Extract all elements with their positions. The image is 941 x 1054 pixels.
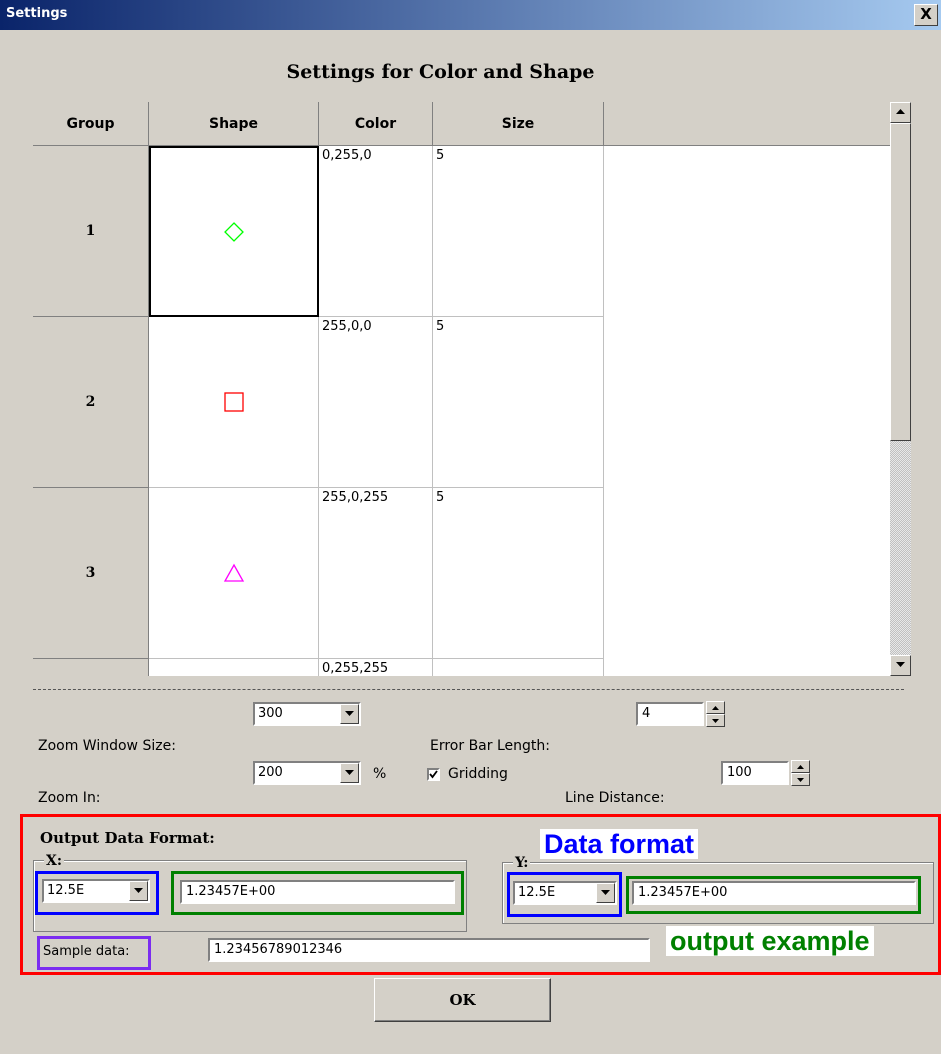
size-cell-1[interactable]: 5 bbox=[433, 146, 604, 317]
header-filler bbox=[604, 102, 890, 146]
dropdown-button[interactable] bbox=[596, 883, 615, 903]
zoom-window-size-select[interactable]: 300 bbox=[253, 702, 361, 726]
data-format-annotation: Data format bbox=[540, 829, 699, 859]
spin-down-button[interactable] bbox=[706, 714, 725, 727]
window-title: Settings bbox=[6, 6, 68, 21]
arrow-down-icon bbox=[797, 778, 804, 782]
settings-grid[interactable]: Group Shape Color Size 1 0,255,0 5 2 255… bbox=[33, 102, 890, 676]
gridding-label[interactable]: Gridding bbox=[448, 766, 508, 782]
dropdown-button[interactable] bbox=[129, 881, 148, 901]
row-header-3[interactable]: 3 bbox=[33, 488, 149, 659]
output-example-annotation: output example bbox=[666, 926, 874, 956]
error-bar-length-input[interactable]: 4 bbox=[636, 702, 704, 726]
scroll-up-button[interactable] bbox=[890, 102, 911, 123]
vertical-scrollbar[interactable] bbox=[890, 102, 911, 676]
row-header-2[interactable]: 2 bbox=[33, 317, 149, 488]
checkmark-icon bbox=[429, 770, 438, 779]
dropdown-button[interactable] bbox=[340, 763, 359, 783]
shape-cell-4[interactable] bbox=[149, 659, 319, 676]
x-example-field[interactable]: 1.23457E+00 bbox=[180, 880, 455, 904]
zoom-window-size-value: 300 bbox=[258, 706, 283, 721]
sample-data-field[interactable]: 1.23456789012346 bbox=[208, 938, 650, 962]
sample-data-label: Sample data: bbox=[43, 944, 130, 959]
header-size[interactable]: Size bbox=[433, 102, 604, 146]
header-group[interactable]: Group bbox=[33, 102, 149, 146]
color-cell-2[interactable]: 255,0,0 bbox=[319, 317, 433, 488]
zoom-window-size-label: Zoom Window Size: bbox=[38, 738, 176, 754]
x-format-value: 12.5E bbox=[47, 883, 85, 898]
color-cell-3[interactable]: 255,0,255 bbox=[319, 488, 433, 659]
spin-down-button[interactable] bbox=[791, 773, 810, 786]
scroll-down-button[interactable] bbox=[890, 655, 911, 676]
x-format-select[interactable]: 12.5E bbox=[42, 879, 150, 903]
shape-cell-1[interactable] bbox=[149, 146, 319, 317]
y-format-value: 12.5E bbox=[518, 885, 556, 900]
arrow-up-icon bbox=[797, 765, 804, 769]
title-bar: Settings X bbox=[0, 0, 941, 30]
diamond-icon bbox=[224, 221, 244, 242]
spin-up-button[interactable] bbox=[791, 760, 810, 773]
error-bar-length-spinner[interactable] bbox=[706, 701, 725, 727]
arrow-up-icon bbox=[712, 706, 719, 710]
color-cell-1[interactable]: 0,255,0 bbox=[319, 146, 433, 317]
chevron-down-icon bbox=[345, 711, 354, 716]
close-button[interactable]: X bbox=[914, 4, 938, 26]
chevron-down-icon bbox=[601, 890, 610, 895]
line-distance-spinner[interactable] bbox=[791, 760, 810, 786]
chevron-down-icon bbox=[345, 770, 354, 775]
y-format-select[interactable]: 12.5E bbox=[513, 881, 617, 905]
chevron-down-icon bbox=[134, 888, 143, 893]
zoom-in-value: 200 bbox=[258, 765, 283, 780]
arrow-down-icon bbox=[712, 719, 719, 723]
color-cell-4[interactable]: 0,255,255 bbox=[319, 659, 433, 676]
header-color[interactable]: Color bbox=[319, 102, 433, 146]
output-format-title: Output Data Format: bbox=[40, 829, 215, 847]
arrow-down-icon bbox=[896, 662, 905, 667]
scroll-thumb[interactable] bbox=[890, 123, 911, 441]
line-distance-input[interactable]: 100 bbox=[721, 761, 789, 785]
shape-cell-2[interactable] bbox=[149, 317, 319, 488]
arrow-up-icon bbox=[896, 109, 905, 114]
zoom-in-select[interactable]: 200 bbox=[253, 761, 361, 785]
row-header-1[interactable]: 1 bbox=[33, 146, 149, 317]
line-distance-label: Line Distance: bbox=[565, 790, 665, 806]
zoom-in-label: Zoom In: bbox=[38, 790, 101, 806]
separator bbox=[33, 689, 904, 690]
dropdown-button[interactable] bbox=[340, 704, 359, 724]
error-bar-length-label: Error Bar Length: bbox=[430, 738, 550, 754]
y-example-field[interactable]: 1.23457E+00 bbox=[632, 881, 916, 905]
zoom-in-unit: % bbox=[373, 766, 387, 782]
size-cell-3[interactable]: 5 bbox=[433, 488, 604, 659]
size-cell-4[interactable] bbox=[433, 659, 604, 676]
shape-cell-3[interactable] bbox=[149, 488, 319, 659]
triangle-icon bbox=[223, 563, 244, 582]
x-format-legend: X: bbox=[44, 853, 65, 869]
spin-up-button[interactable] bbox=[706, 701, 725, 714]
header-shape[interactable]: Shape bbox=[149, 102, 319, 146]
row-header-4[interactable] bbox=[33, 659, 149, 676]
page-heading: Settings for Color and Shape bbox=[286, 61, 595, 83]
ok-button[interactable]: OK bbox=[374, 978, 551, 1022]
square-icon bbox=[223, 392, 244, 412]
size-cell-2[interactable]: 5 bbox=[433, 317, 604, 488]
y-format-legend: Y: bbox=[513, 855, 531, 871]
gridding-checkbox[interactable] bbox=[427, 768, 440, 781]
